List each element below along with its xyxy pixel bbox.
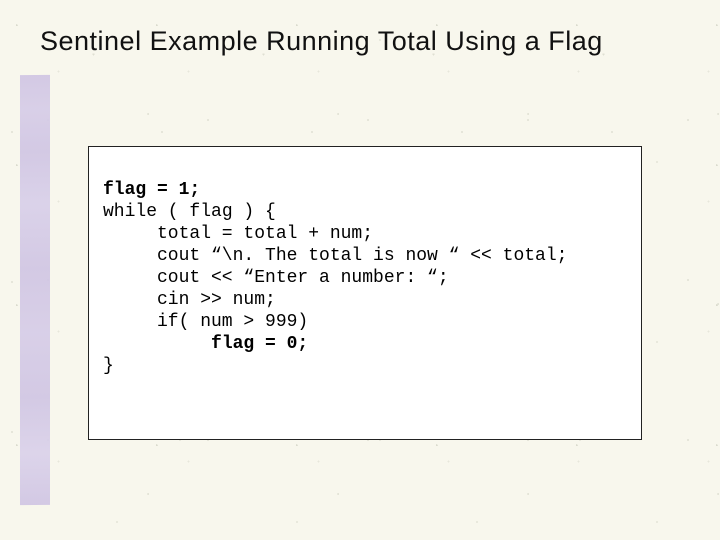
code-line-5: cout << “Enter a number: “;	[103, 267, 449, 289]
code-line-2: while ( flag ) {	[103, 202, 276, 222]
code-example-box: flag = 1; while ( flag ) { total = total…	[88, 146, 642, 440]
code-line-9: }	[103, 356, 114, 376]
decorative-sidebar-stripe	[20, 75, 50, 505]
code-line-1: flag = 1;	[103, 180, 200, 200]
code-line-6: cin >> num;	[103, 289, 276, 311]
slide-title: Sentinel Example Running Total Using a F…	[40, 26, 603, 57]
code-line-7: if( num > 999)	[103, 311, 308, 333]
code-block: flag = 1; while ( flag ) { total = total…	[103, 157, 627, 399]
code-line-3: total = total + num;	[103, 223, 373, 245]
code-line-4: cout “\n. The total is now “ << total;	[103, 245, 567, 267]
code-line-8: flag = 0;	[103, 333, 308, 355]
